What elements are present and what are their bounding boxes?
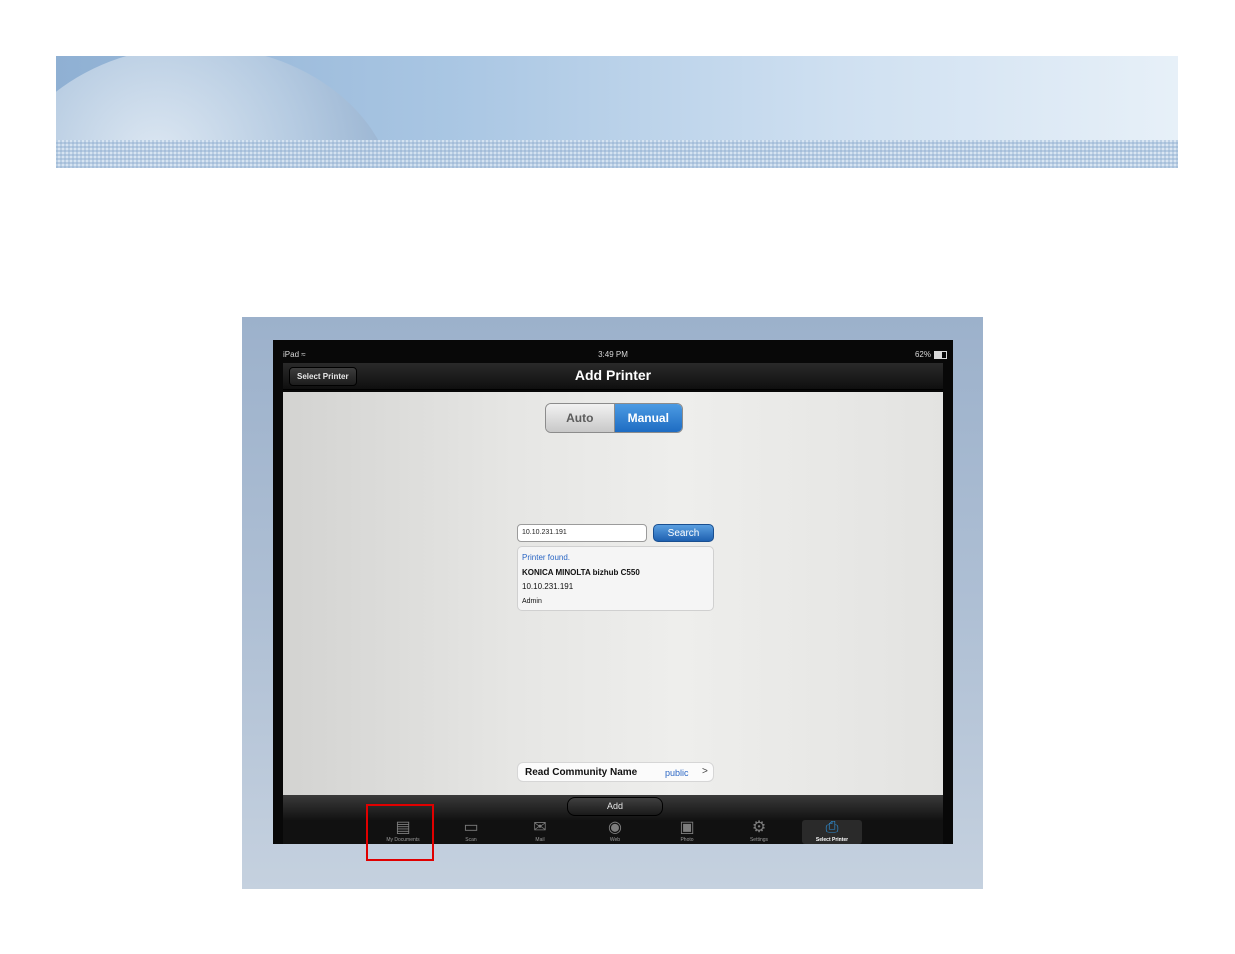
community-value: public	[665, 768, 689, 778]
page-title: Add Printer	[574, 367, 652, 383]
segment-auto[interactable]: Auto	[546, 404, 615, 432]
mode-segmented-control: Auto Manual	[545, 403, 683, 433]
tab-label: Settings	[749, 837, 769, 843]
printer-ip: 10.10.231.191	[522, 582, 574, 591]
segment-manual[interactable]: Manual	[614, 404, 682, 432]
scan-icon: ▭	[463, 820, 479, 834]
tab-label: Scan	[465, 837, 477, 843]
printer-icon: ⎙	[825, 820, 839, 834]
tab-label: Mail	[535, 837, 545, 843]
read-community-row[interactable]: Read Community Name public >	[517, 762, 714, 782]
tab-mail[interactable]: ✉ Mail	[510, 820, 570, 844]
tab-label: Select Printer	[815, 837, 849, 843]
photo-icon: ▣	[679, 820, 695, 834]
battery-icon	[934, 350, 947, 359]
ip-address-input[interactable]	[517, 524, 647, 542]
result-status: Printer found.	[522, 553, 571, 562]
tab-label: Photo	[680, 837, 694, 843]
chevron-right-icon: >	[702, 766, 708, 777]
tab-select-printer[interactable]: ⎙ Select Printer	[802, 820, 862, 844]
my-documents-highlight-box	[366, 804, 434, 861]
battery-percent: 62%	[914, 350, 931, 359]
printer-model: KONICA MINOLTA bizhub C550	[522, 567, 640, 577]
tab-scan[interactable]: ▭ Scan	[441, 820, 501, 844]
mail-icon: ✉	[533, 820, 547, 834]
globe-icon: ◉	[608, 820, 622, 834]
gear-icon: ⚙	[751, 820, 767, 834]
tab-photo[interactable]: ▣ Photo	[657, 820, 717, 844]
add-button[interactable]: Add	[567, 797, 663, 816]
search-button[interactable]: Search	[653, 524, 714, 542]
tab-settings[interactable]: ⚙ Settings	[729, 820, 789, 844]
community-label: Read Community Name	[525, 767, 638, 778]
status-time: 3:49 PM	[598, 350, 628, 359]
printer-user: Admin	[522, 597, 542, 605]
main-content: Auto Manual Search Printer found. KONICA…	[283, 392, 943, 795]
ipad-screen: iPad ≈ 3:49 PM 62% Select Printer Add Pr…	[273, 340, 953, 844]
tab-label: Web	[609, 837, 621, 843]
header-banner	[56, 56, 1178, 168]
status-bar: iPad ≈ 3:49 PM 62%	[273, 348, 953, 362]
screenshot-frame: iPad ≈ 3:49 PM 62% Select Printer Add Pr…	[242, 317, 983, 889]
printer-result-panel: Printer found. KONICA MINOLTA bizhub C55…	[517, 546, 714, 611]
tab-web[interactable]: ◉ Web	[585, 820, 645, 844]
nav-bar: Select Printer Add Printer	[283, 363, 943, 390]
